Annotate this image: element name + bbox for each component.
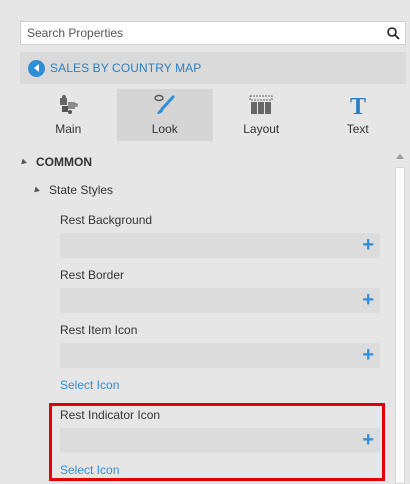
rest-border-field[interactable]: +	[60, 288, 380, 313]
layout-icon	[249, 95, 273, 114]
puzzle-icon	[60, 95, 79, 114]
tab-main[interactable]: Main	[20, 89, 117, 141]
text-icon: T	[350, 94, 366, 116]
section-common-header[interactable]: COMMON	[19, 155, 92, 169]
back-arrow-icon[interactable]	[28, 59, 45, 77]
vertical-scrollbar[interactable]	[393, 150, 407, 484]
tab-main-label: Main	[55, 122, 82, 136]
tab-layout-label: Layout	[243, 122, 280, 136]
rest-item-icon-field[interactable]: +	[60, 343, 380, 368]
highlight-box	[49, 403, 385, 481]
tab-layout[interactable]: Layout	[213, 89, 310, 141]
scrollbar-thumb[interactable]	[395, 167, 405, 484]
rest-border-label: Rest Border	[60, 268, 125, 282]
breadcrumb-label: SALES BY COUNTRY MAP	[50, 61, 202, 75]
tab-text[interactable]: T Text	[310, 89, 407, 141]
scroll-up-arrow-icon[interactable]	[396, 154, 404, 159]
properties-panel: COMMON State Styles Rest Background + Re…	[0, 150, 410, 484]
add-icon[interactable]: +	[362, 345, 374, 365]
search-icon[interactable]	[381, 22, 405, 44]
rest-background-field[interactable]: +	[60, 233, 380, 258]
rest-item-icon-label: Rest Item Icon	[60, 323, 138, 337]
tab-look[interactable]: Look	[116, 89, 213, 141]
rest-background-label: Rest Background	[60, 213, 153, 227]
collapse-caret-icon	[19, 158, 27, 166]
search-properties-input[interactable]: Search Properties	[20, 21, 406, 45]
section-common-label: COMMON	[36, 155, 92, 169]
tab-text-label: Text	[346, 122, 369, 136]
subsection-state-styles-label: State Styles	[49, 183, 114, 197]
add-icon[interactable]: +	[362, 235, 374, 255]
svg-text:T: T	[350, 94, 366, 116]
subsection-state-styles-header[interactable]: State Styles	[32, 183, 114, 197]
property-tabs: Main Look Layout T Text	[20, 89, 406, 141]
add-icon[interactable]: +	[362, 290, 374, 310]
paintbrush-icon	[154, 94, 175, 114]
collapse-caret-icon	[32, 186, 40, 194]
search-placeholder: Search Properties	[27, 26, 124, 40]
breadcrumb-back[interactable]: SALES BY COUNTRY MAP	[20, 52, 406, 84]
tab-look-label: Look	[151, 122, 178, 136]
rest-item-icon-select-link[interactable]: Select Icon	[60, 378, 119, 392]
